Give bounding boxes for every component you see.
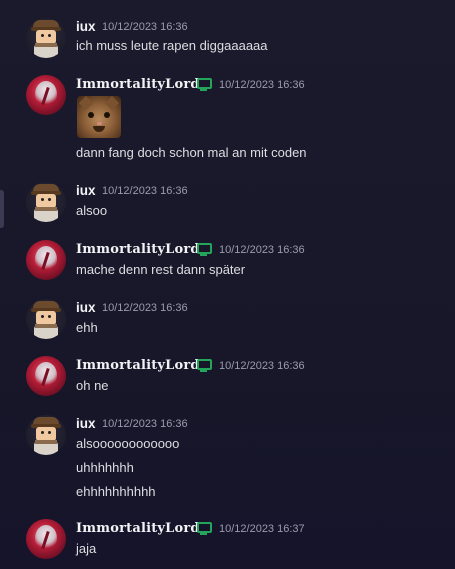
author-name[interactable]: iux (76, 416, 96, 431)
avatar[interactable] (26, 299, 66, 339)
author-name[interactable]: iux (76, 19, 96, 34)
author-name[interactable]: ImmortalityLord (76, 77, 200, 92)
avatar[interactable] (26, 75, 66, 115)
message-text: uhhhhhhh (76, 460, 134, 475)
timestamp: 10/12/2023 16:36 (102, 302, 188, 314)
message-text: alsoooooooooooo (76, 436, 180, 451)
avatar[interactable] (26, 182, 66, 222)
message-text: alsoo (76, 203, 108, 218)
timestamp: 10/12/2023 16:36 (219, 244, 305, 256)
scroll-position-indicator (0, 190, 4, 228)
timestamp: 10/12/2023 16:36 (102, 21, 188, 33)
monitor-icon (196, 243, 212, 256)
message-text: dann fang doch schon mal an mit coden (76, 145, 307, 160)
author-name[interactable]: ImmortalityLord (76, 242, 200, 257)
message-text: mache denn rest dann später (76, 262, 246, 277)
timestamp: 10/12/2023 16:36 (219, 79, 305, 91)
image-attachment[interactable] (77, 96, 121, 138)
timestamp: 10/12/2023 16:36 (102, 418, 188, 430)
message-text: jaja (76, 541, 97, 556)
message-text: oh ne (76, 378, 109, 393)
monitor-icon (196, 78, 212, 91)
author-name[interactable]: iux (76, 300, 96, 315)
author-name[interactable]: ImmortalityLord (76, 358, 200, 373)
timestamp: 10/12/2023 16:36 (102, 185, 188, 197)
avatar[interactable] (26, 18, 66, 58)
avatar[interactable] (26, 240, 66, 280)
monitor-icon (196, 522, 212, 535)
monitor-icon (196, 359, 212, 372)
message-text: ehh (76, 320, 98, 335)
message-text: ehhhhhhhhhh (76, 484, 156, 499)
author-name[interactable]: ImmortalityLord (76, 521, 200, 536)
avatar[interactable] (26, 519, 66, 559)
message-text: ich muss leute rapen diggaaaaaa (76, 38, 268, 53)
avatar[interactable] (26, 415, 66, 455)
timestamp: 10/12/2023 16:37 (219, 523, 305, 535)
timestamp: 10/12/2023 16:36 (219, 360, 305, 372)
avatar[interactable] (26, 356, 66, 396)
author-name[interactable]: iux (76, 183, 96, 198)
